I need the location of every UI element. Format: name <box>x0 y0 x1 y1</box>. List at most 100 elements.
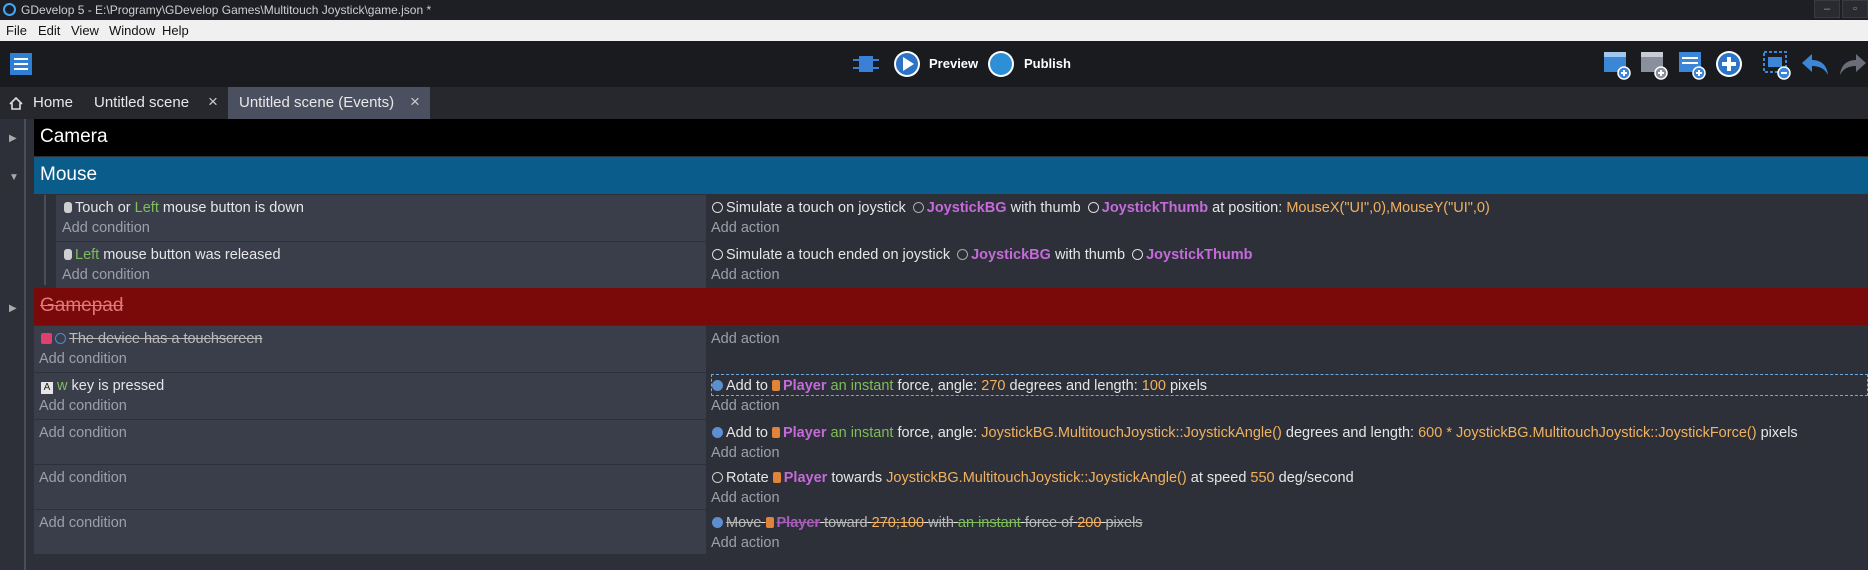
menu-window[interactable]: Window <box>109 23 155 38</box>
tab-scene-events[interactable]: Untitled scene (Events) × <box>228 87 430 119</box>
close-icon[interactable]: × <box>208 92 218 112</box>
menu-edit[interactable]: Edit <box>38 23 60 38</box>
publish-button[interactable]: Publish <box>1024 56 1071 71</box>
condition-block[interactable]: The device has a touchscreen Add conditi… <box>34 326 706 372</box>
window-controls: – ▫ <box>1812 0 1868 20</box>
choose-and-add-event-icon[interactable] <box>1714 49 1744 79</box>
action-block[interactable]: Add action <box>706 326 1868 372</box>
add-action[interactable]: Add action <box>711 331 780 347</box>
action-block[interactable]: Add to Player an instant force, angle: 2… <box>706 373 1868 419</box>
add-action[interactable]: Add action <box>711 220 780 236</box>
delete-selection-icon[interactable] <box>1762 48 1792 80</box>
group-title: Mouse <box>40 164 98 185</box>
group-title: Gamepad <box>40 295 124 316</box>
object-icon <box>912 202 924 213</box>
action-block[interactable]: Add to Player an instant force, angle: J… <box>706 420 1868 464</box>
condition-text[interactable]: Touch or Left mouse button is down <box>64 200 304 216</box>
condition-block[interactable]: Left mouse button was released Add condi… <box>56 242 706 288</box>
expand-arrow-icon[interactable]: ▶ <box>9 133 17 144</box>
action-text[interactable]: Simulate a touch ended on joystick Joyst… <box>712 247 1252 263</box>
add-condition[interactable]: Add condition <box>62 220 150 236</box>
editor-tabs: Home Untitled scene × Untitled scene (Ev… <box>0 87 1868 119</box>
tab-events-label: Untitled scene (Events) <box>239 94 395 111</box>
title-bar: GDevelop 5 - E:\Programy\GDevelop Games\… <box>0 0 1868 20</box>
add-condition[interactable]: Add condition <box>39 351 127 367</box>
menu-help[interactable]: Help <box>162 23 189 38</box>
group-mouse[interactable]: Mouse <box>34 157 1868 194</box>
add-comment-icon[interactable] <box>1677 48 1707 80</box>
group-gamepad[interactable]: Gamepad <box>34 288 1868 325</box>
debugger-icon[interactable] <box>851 50 881 78</box>
collapse-arrow-icon[interactable]: ▼ <box>9 172 19 183</box>
condition-block[interactable]: Aw key is pressed Add condition <box>34 373 706 419</box>
add-action[interactable]: Add action <box>711 445 780 461</box>
action-block[interactable]: Simulate a touch ended on joystick Joyst… <box>706 242 1868 288</box>
add-condition[interactable]: Add condition <box>39 425 127 441</box>
menu-file[interactable]: File <box>6 23 27 38</box>
tab-home-label: Home <box>33 94 74 111</box>
menu-view[interactable]: View <box>71 23 99 38</box>
player-icon <box>772 472 781 483</box>
action-text[interactable]: Move Player toward 270;100 with an insta… <box>712 515 1143 531</box>
action-block[interactable]: Move Player toward 270;100 with an insta… <box>706 510 1868 554</box>
events-sheet: ▶ Camera ▼ Mouse Touch or Left mouse but… <box>0 119 1868 570</box>
condition-text[interactable]: Left mouse button was released <box>64 247 281 263</box>
tab-untitled-scene[interactable]: Untitled scene × <box>82 87 228 119</box>
action-text[interactable]: Simulate a touch on joystick JoystickBG … <box>712 200 1490 216</box>
player-icon <box>771 380 780 391</box>
add-action[interactable]: Add action <box>711 535 780 551</box>
add-action[interactable]: Add action <box>711 490 780 506</box>
object-icon <box>1087 202 1099 213</box>
condition-block[interactable]: Touch or Left mouse button is down Add c… <box>56 195 706 241</box>
rotate-icon <box>712 472 723 483</box>
add-condition[interactable]: Add condition <box>39 515 127 531</box>
not-icon <box>55 333 66 344</box>
add-condition[interactable]: Add condition <box>39 398 127 414</box>
joystick-icon <box>712 249 723 260</box>
home-icon <box>9 97 23 110</box>
menu-bar: File Edit View Window Help <box>0 20 1868 41</box>
add-condition[interactable]: Add condition <box>62 267 150 283</box>
device-icon <box>41 333 52 344</box>
minimize-icon[interactable]: – <box>1814 0 1840 18</box>
project-manager-icon[interactable] <box>8 50 36 78</box>
object-icon <box>957 249 969 260</box>
add-condition[interactable]: Add condition <box>39 470 127 486</box>
action-block[interactable]: Rotate Player towards JoystickBG.Multito… <box>706 465 1868 509</box>
keyboard-icon: A <box>41 382 53 394</box>
main-toolbar: Preview Publish <box>0 41 1868 87</box>
tab-home[interactable]: Home <box>0 87 82 119</box>
action-block[interactable]: Simulate a touch on joystick JoystickBG … <box>706 195 1868 241</box>
action-text[interactable]: Add to Player an instant force, angle: 2… <box>712 378 1207 394</box>
joystick-icon <box>712 202 723 213</box>
expand-arrow-icon[interactable]: ▶ <box>9 303 17 314</box>
action-text[interactable]: Rotate Player towards JoystickBG.Multito… <box>712 470 1354 486</box>
add-sub-event-icon[interactable] <box>1639 48 1669 80</box>
add-action[interactable]: Add action <box>711 267 780 283</box>
preview-icon[interactable] <box>892 49 922 79</box>
gdevelop-logo-icon <box>3 3 16 16</box>
preview-button[interactable]: Preview <box>929 56 978 71</box>
publish-icon[interactable] <box>986 49 1016 79</box>
mouse-icon <box>64 202 72 213</box>
condition-block[interactable]: Add condition <box>34 510 706 554</box>
player-icon <box>771 427 780 438</box>
mouse-icon <box>64 249 72 260</box>
group-camera[interactable]: Camera <box>34 119 1868 156</box>
condition-text[interactable]: Aw key is pressed <box>41 378 164 394</box>
force-icon <box>712 427 723 438</box>
object-icon <box>1132 249 1144 260</box>
condition-block[interactable]: Add condition <box>34 420 706 464</box>
redo-icon[interactable] <box>1838 50 1868 78</box>
maximize-icon[interactable]: ▫ <box>1842 0 1868 18</box>
undo-icon[interactable] <box>1800 50 1830 78</box>
window-title: GDevelop 5 - E:\Programy\GDevelop Games\… <box>21 3 432 17</box>
force-icon <box>712 517 723 528</box>
condition-block[interactable]: Add condition <box>34 465 706 509</box>
add-event-icon[interactable] <box>1602 48 1632 80</box>
group-title: Camera <box>40 126 108 147</box>
action-text[interactable]: Add to Player an instant force, angle: J… <box>712 425 1798 441</box>
close-icon[interactable]: × <box>410 92 420 112</box>
condition-text[interactable]: The device has a touchscreen <box>41 331 262 347</box>
add-action[interactable]: Add action <box>711 398 780 414</box>
